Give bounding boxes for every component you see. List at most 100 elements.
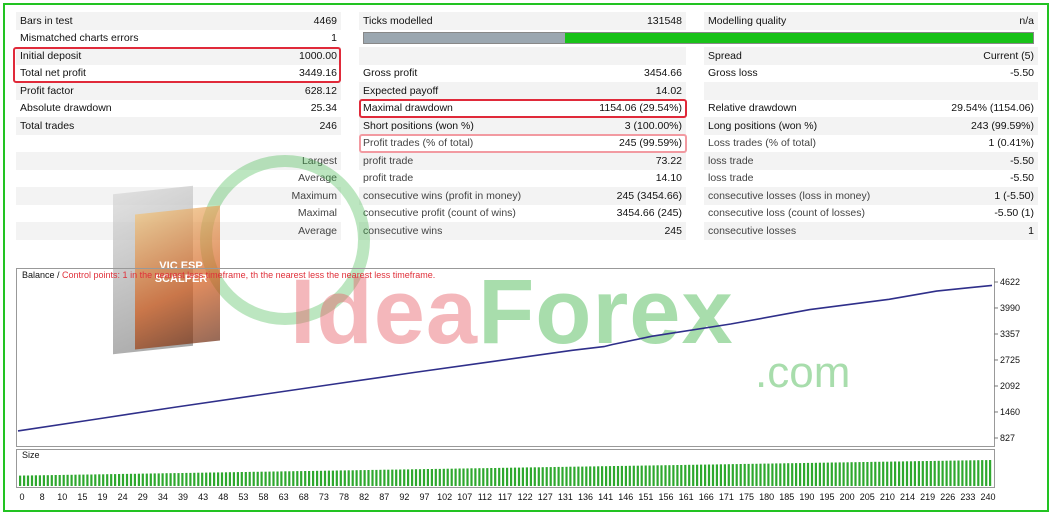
x-tick-label: 226 <box>940 492 955 502</box>
x-tick-label: 127 <box>538 492 553 502</box>
size-bar <box>335 470 338 486</box>
stat-label: Gross loss <box>704 64 894 82</box>
size-bar <box>506 467 509 486</box>
x-tick-label: 0 <box>19 492 24 502</box>
size-bar <box>466 468 469 486</box>
size-bar <box>280 471 283 486</box>
size-bar <box>577 466 580 486</box>
stat-label: consecutive losses (loss in money) <box>704 187 894 205</box>
size-bar <box>304 471 307 486</box>
size-bar <box>715 464 718 486</box>
x-tick-label: 73 <box>319 492 329 502</box>
size-bar <box>818 462 821 486</box>
x-tick-label: 15 <box>77 492 87 502</box>
size-bar <box>597 466 600 486</box>
size-bar <box>284 471 287 486</box>
size-bar <box>106 474 109 486</box>
x-tick-label: 63 <box>279 492 289 502</box>
size-bar <box>438 468 441 486</box>
size-bar <box>830 462 833 486</box>
stat-value: Average <box>181 222 341 240</box>
column-gap <box>686 100 704 118</box>
size-bar <box>751 463 754 486</box>
size-bar <box>209 472 212 486</box>
y-tick-label: 827 <box>1000 433 1015 443</box>
size-bar <box>430 469 433 486</box>
size-bar <box>446 468 449 486</box>
x-tick-label: 102 <box>437 492 452 502</box>
size-bar <box>78 474 81 486</box>
size-bar <box>478 468 481 486</box>
stat-value <box>559 47 686 65</box>
progress-gray-segment <box>364 33 565 44</box>
stat-label <box>16 204 181 222</box>
column-gap <box>686 222 704 240</box>
size-bar <box>517 467 521 486</box>
size-bar <box>458 468 461 486</box>
size-bar <box>949 460 952 486</box>
column-gap <box>686 187 704 205</box>
size-bar <box>232 472 235 486</box>
size-bar <box>640 465 643 486</box>
size-bar <box>826 462 829 486</box>
size-bar <box>399 469 402 486</box>
balance-title-rest: Control points: 1 in the nearest less ti… <box>62 270 435 280</box>
size-bar <box>652 465 655 486</box>
size-bar <box>981 460 984 486</box>
size-bar <box>593 466 596 486</box>
stat-label: consecutive profit (count of wins) <box>359 204 559 222</box>
y-tick-label: 4622 <box>1000 277 1020 287</box>
size-bar <box>834 462 837 486</box>
x-tick-label: 39 <box>178 492 188 502</box>
size-bar <box>403 469 406 486</box>
size-bar <box>102 474 105 486</box>
size-bar <box>323 470 327 486</box>
size-bar <box>201 472 204 486</box>
x-tick-label: 136 <box>578 492 593 502</box>
size-bar <box>763 463 766 486</box>
size-bar <box>890 461 893 486</box>
size-title: Size <box>22 450 40 460</box>
size-bar <box>953 460 956 486</box>
size-bar <box>787 463 790 486</box>
x-tick-label: 180 <box>759 492 774 502</box>
size-bar <box>878 461 881 486</box>
size-bar <box>272 471 275 486</box>
balance-series-line <box>17 284 993 432</box>
size-bar <box>30 475 34 486</box>
x-tick-label: 92 <box>399 492 409 502</box>
size-bar <box>110 474 113 486</box>
size-bar <box>755 463 758 486</box>
size-bar <box>854 462 857 486</box>
x-tick-label: 151 <box>638 492 653 502</box>
stat-label <box>16 169 181 187</box>
x-tick-label: 195 <box>819 492 834 502</box>
size-bar <box>316 470 319 486</box>
size-bar <box>700 464 703 486</box>
stat-value: 3454.66 <box>559 64 686 82</box>
size-bar <box>228 472 231 486</box>
balance-title: Balance / Control points: 1 in the neare… <box>22 270 435 280</box>
size-bar <box>909 461 913 486</box>
x-tick-label: 171 <box>719 492 734 502</box>
size-bar <box>608 466 612 486</box>
balance-and-size-chart: Balance / Control points: 1 in the neare… <box>16 268 1020 502</box>
size-bar <box>771 463 774 486</box>
x-tick-label: 200 <box>840 492 855 502</box>
size-bar <box>557 466 560 486</box>
size-bar <box>418 469 422 486</box>
size-bar <box>541 467 544 486</box>
size-bar <box>886 461 889 486</box>
column-gap <box>341 187 359 205</box>
size-bar <box>664 465 667 486</box>
size-bar <box>125 473 129 486</box>
size-bar <box>66 474 69 486</box>
size-bar <box>894 461 897 486</box>
stat-value: 245 (3454.66) <box>559 187 686 205</box>
size-bar <box>945 460 948 486</box>
x-tick-label: 175 <box>739 492 754 502</box>
size-bar <box>711 464 715 486</box>
size-bar <box>799 463 802 486</box>
size-bar <box>181 473 184 486</box>
column-gap <box>686 170 704 188</box>
